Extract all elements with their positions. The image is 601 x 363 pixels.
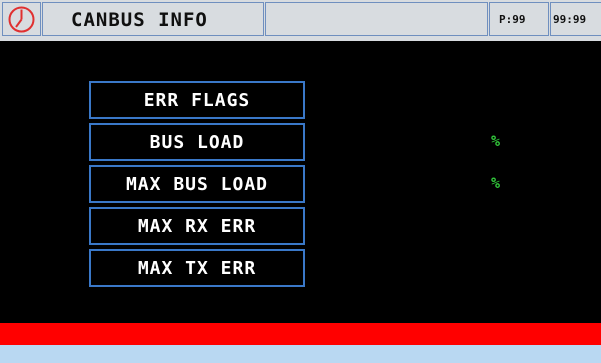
empty-title-cell — [265, 2, 488, 36]
time-cell: 99:99 — [550, 2, 601, 36]
bus-load-button[interactable]: BUS LOAD — [89, 123, 305, 161]
bus-load-unit: % — [491, 132, 501, 150]
page-title: CANBUS INFO — [71, 9, 208, 31]
clock-cell[interactable] — [2, 2, 41, 36]
title-bar: CANBUS INFO P:99 99:99 — [0, 0, 601, 41]
err-flags-button[interactable]: ERR FLAGS — [89, 81, 305, 119]
page-indicator-cell: P:99 — [489, 2, 549, 36]
max-rx-err-button[interactable]: MAX RX ERR — [89, 207, 305, 245]
canbus-info-screen: CANBUS INFO P:99 99:99 ERR FLAGS BUS LOA… — [0, 0, 601, 363]
max-bus-load-unit: % — [491, 174, 501, 192]
time-display: 99:99 — [553, 13, 587, 26]
title-cell: CANBUS INFO — [42, 2, 264, 36]
status-bar — [0, 345, 601, 363]
alarm-bar — [0, 323, 601, 345]
max-bus-load-button[interactable]: MAX BUS LOAD — [89, 165, 305, 203]
page-indicator: P:99 — [499, 13, 526, 26]
max-tx-err-button[interactable]: MAX TX ERR — [89, 249, 305, 287]
clock-icon — [8, 6, 35, 33]
